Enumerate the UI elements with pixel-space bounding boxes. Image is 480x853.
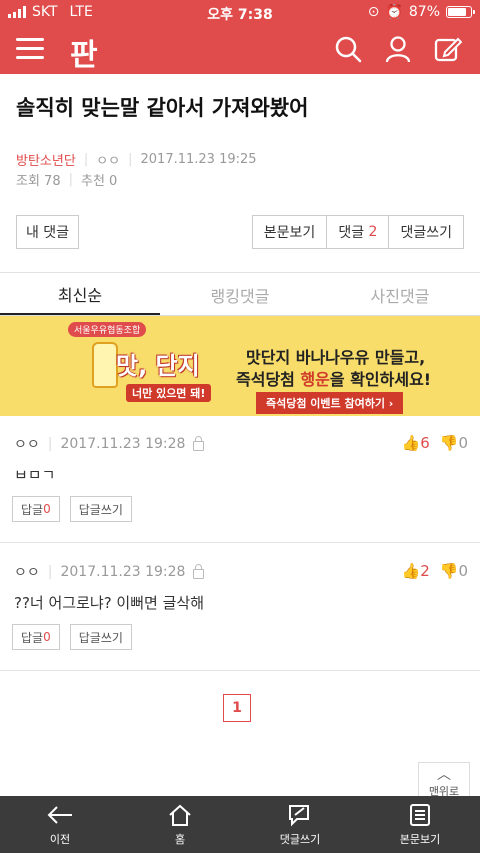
comment-date: 2017.11.23 19:28	[60, 564, 186, 580]
lock-icon[interactable]	[193, 436, 205, 451]
search-icon[interactable]	[334, 35, 362, 63]
post-title: 솔직히 맞는말 같아서 가져와봤어	[16, 96, 309, 120]
dislike-count: 0	[458, 562, 468, 580]
like-count: 2	[420, 562, 430, 580]
post-category[interactable]: 방탄소년단	[16, 150, 76, 169]
comment-header: ㅇㅇ | 2017.11.23 19:28	[14, 434, 205, 454]
replies-button[interactable]: 답글 0	[12, 624, 60, 650]
post-action-buttons: 본문보기 댓글 2 댓글쓰기	[251, 215, 464, 249]
post-meta: 방탄소년단 | ㅇㅇ | 2017.11.23 19:25	[16, 150, 257, 169]
rotation-lock-icon: ⊙	[367, 4, 380, 20]
thumbs-up-icon: 👍	[401, 562, 421, 580]
comments-count: 2	[368, 224, 378, 240]
post-author: ㅇㅇ	[96, 154, 121, 169]
ad-headline-1: 맛단지 바나나우유 만들고,	[246, 348, 426, 367]
battery-icon	[446, 6, 475, 18]
comment-sort-tabs: 최신순 랭킹댓글 사진댓글	[0, 274, 480, 316]
comment-write-icon	[289, 804, 309, 826]
document-icon	[410, 803, 430, 826]
like-count: 6	[420, 434, 430, 452]
lock-icon[interactable]	[193, 564, 205, 579]
divider: |	[47, 436, 53, 452]
battery-fill	[448, 8, 467, 16]
logo[interactable]: 판	[70, 30, 98, 74]
app-bar-icons	[334, 35, 462, 63]
thumbs-up-icon: 👍	[401, 434, 421, 452]
write-comment-button[interactable]: 댓글쓰기	[389, 215, 464, 249]
ad-cta-button[interactable]: 즉석당첨 이벤트 참여하기 ›	[256, 392, 404, 414]
divider: |	[68, 172, 73, 187]
post-stats: 조회 78 | 추천 0	[16, 170, 117, 189]
comment-item: ㅇㅇ | 2017.11.23 19:28 👍2 👎0 ??너 어그로냐? 이뻐…	[0, 562, 480, 672]
menu-icon[interactable]	[16, 38, 44, 60]
home-icon	[169, 804, 191, 826]
nav-view-post-label: 본문보기	[399, 832, 441, 846]
comment-buttons: 답글 0 답글쓰기	[12, 624, 132, 650]
page-number[interactable]: 1	[223, 694, 251, 722]
chevron-up-icon: ︿	[437, 767, 451, 783]
comments-button[interactable]: 댓글 2	[327, 215, 390, 249]
replies-button[interactable]: 답글 0	[12, 496, 60, 522]
battery-percent: 87%	[408, 4, 440, 20]
write-reply-button[interactable]: 답글쓰기	[69, 496, 132, 522]
dislike-button[interactable]: 👎0	[440, 562, 468, 580]
comment-buttons: 답글 0 답글쓰기	[12, 496, 132, 522]
comment-author: ㅇㅇ	[14, 565, 40, 581]
thumbs-down-icon: 👎	[439, 434, 459, 452]
ad-small-text: 너만 있으면 돼!	[126, 384, 212, 402]
nav-back-label: 이전	[49, 832, 71, 846]
comment-header: ㅇㅇ | 2017.11.23 19:28	[14, 562, 205, 582]
ad-big-text: 맛, 단지	[116, 352, 200, 380]
status-bar: SKT LTE 오후 7:38 ⊙ ⏰ 87%	[0, 0, 480, 24]
ad-banner[interactable]: 서울우유협동조합 맛, 단지 너만 있으면 돼! 맛단지 바나나우유 만들고, …	[0, 316, 480, 416]
comment-author: ㅇㅇ	[14, 437, 40, 453]
bottom-nav: 이전 홈 댓글쓰기 본문보기	[0, 796, 480, 853]
milk-bottle-icon	[92, 342, 118, 388]
divider: |	[83, 152, 89, 167]
thumbs-down-icon: 👎	[439, 562, 459, 580]
nav-back[interactable]: 이전	[0, 796, 120, 853]
post-views: 조회 78	[16, 174, 61, 189]
app-bar: 판	[0, 24, 480, 74]
view-post-button[interactable]: 본문보기	[251, 215, 328, 249]
comment-text: ㅂㅁㄱ	[14, 466, 56, 484]
comments-label: 댓글	[338, 225, 365, 241]
nav-home-label: 홈	[174, 832, 186, 846]
like-button[interactable]: 👍2	[402, 562, 430, 580]
section-divider	[0, 272, 480, 273]
tab-ranking[interactable]: 랭킹댓글	[160, 274, 320, 315]
comment-votes: 👍6 👎0	[402, 434, 468, 452]
comment-divider	[0, 670, 480, 671]
divider: |	[47, 564, 53, 580]
tab-photo[interactable]: 사진댓글	[320, 274, 480, 315]
write-reply-button[interactable]: 답글쓰기	[69, 624, 132, 650]
divider: |	[128, 152, 133, 167]
ad-brand-badge: 서울우유협동조합	[68, 322, 147, 337]
nav-write-comment-label: 댓글쓰기	[279, 832, 321, 846]
comment-divider	[0, 542, 480, 543]
dislike-button[interactable]: 👎0	[440, 434, 468, 452]
my-comments-button[interactable]: 내 댓글	[16, 215, 79, 249]
back-arrow-icon	[47, 805, 72, 824]
comment-text: ??너 어그로냐? 이뻐면 글삭해	[14, 594, 204, 612]
comment-item: ㅇㅇ | 2017.11.23 19:28 👍6 👎0 ㅂㅁㄱ 답글 0 답글쓰기	[0, 434, 480, 544]
write-icon[interactable]	[434, 35, 462, 63]
ad-headline-2: 즉석당첨 행운을 확인하세요!	[236, 370, 432, 389]
post-recommends: 추천 0	[81, 174, 118, 189]
alarm-icon: ⏰	[385, 4, 403, 20]
status-right: ⊙ ⏰ 87%	[367, 4, 475, 20]
user-icon[interactable]	[384, 35, 412, 63]
post-date: 2017.11.23 19:25	[140, 152, 257, 167]
nav-view-post[interactable]: 본문보기	[360, 796, 480, 853]
like-button[interactable]: 👍6	[402, 434, 430, 452]
nav-home[interactable]: 홈	[120, 796, 240, 853]
comment-votes: 👍2 👎0	[402, 562, 468, 580]
nav-write-comment[interactable]: 댓글쓰기	[240, 796, 360, 853]
comment-date: 2017.11.23 19:28	[60, 436, 186, 452]
dislike-count: 0	[458, 434, 468, 452]
tab-latest[interactable]: 최신순	[0, 274, 160, 315]
